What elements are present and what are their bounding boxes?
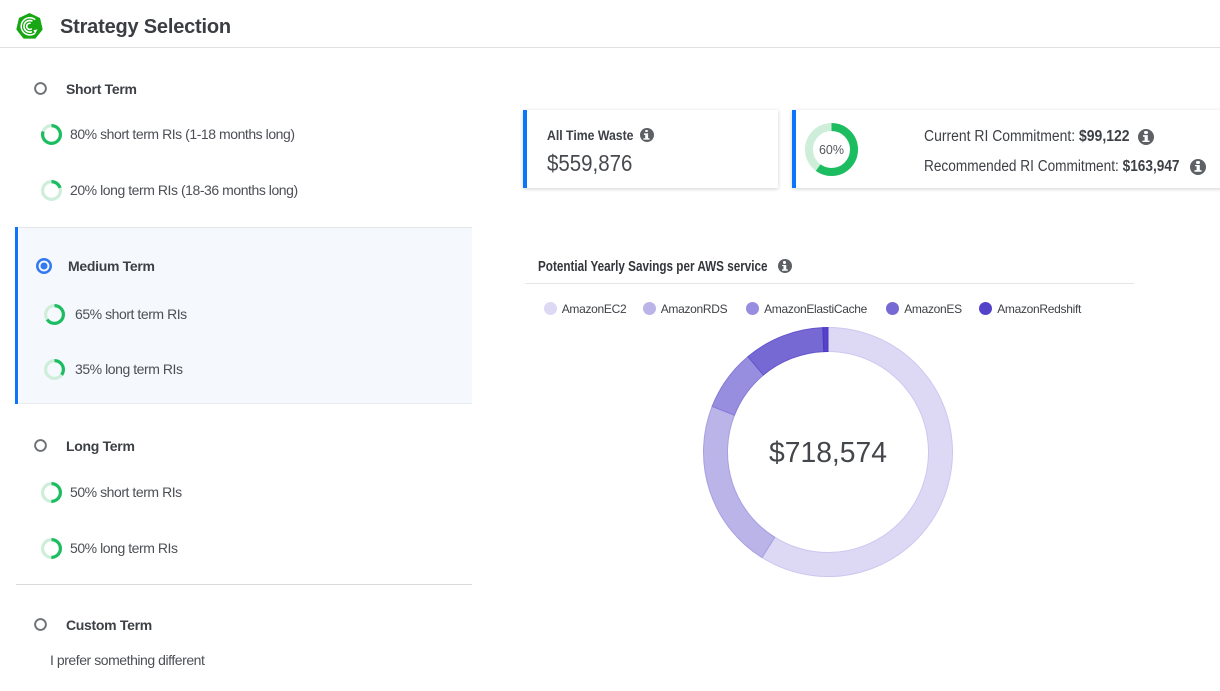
svg-text:60%: 60% [819, 143, 844, 157]
